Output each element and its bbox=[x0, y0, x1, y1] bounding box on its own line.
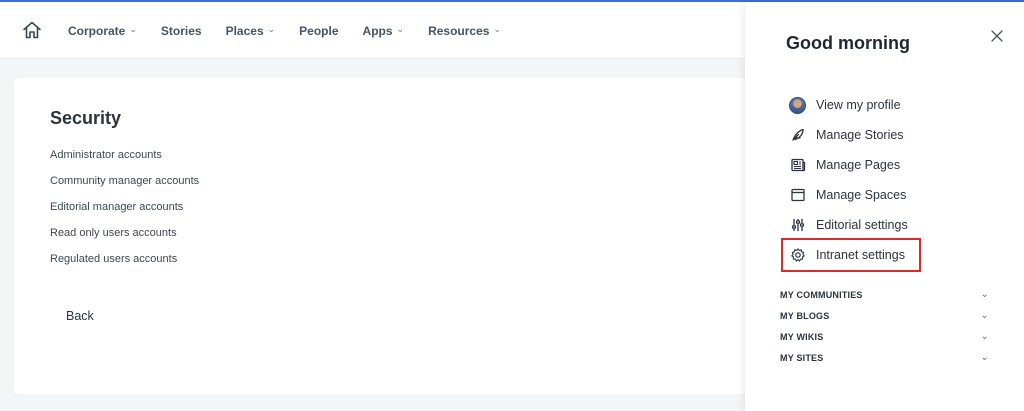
menu-item-intranet-settings[interactable]: Intranet settings bbox=[781, 238, 921, 272]
nav-item-people[interactable]: People bbox=[299, 24, 338, 38]
nav-item-label: Places bbox=[225, 23, 264, 38]
section-my-communities[interactable]: MY COMMUNITIES ⌄ bbox=[780, 284, 989, 305]
close-icon[interactable] bbox=[990, 29, 1004, 43]
menu-item-label: View my profile bbox=[816, 98, 901, 112]
nav-item-corporate[interactable]: Corporate ⌄ bbox=[68, 24, 137, 38]
sliders-icon bbox=[789, 217, 806, 234]
nav-item-resources[interactable]: Resources ⌄ bbox=[428, 24, 501, 38]
link-community-manager-accounts[interactable]: Community manager accounts bbox=[50, 174, 199, 200]
chevron-down-icon: ⌄ bbox=[493, 24, 501, 34]
avatar-icon-wrap bbox=[789, 96, 806, 114]
link-read-only-users-accounts[interactable]: Read only users accounts bbox=[50, 226, 199, 252]
chevron-down-icon: ⌄ bbox=[267, 24, 276, 34]
panel-menu: View my profile Manage Stories Manage Pa… bbox=[781, 90, 921, 272]
panel-sections: MY COMMUNITIES ⌄ MY BLOGS ⌄ MY WIKIS ⌄ MY S… bbox=[780, 284, 989, 368]
chevron-down-icon: ⌄ bbox=[980, 289, 989, 300]
link-administrator-accounts[interactable]: Administrator accounts bbox=[50, 148, 199, 174]
section-my-sites[interactable]: MY SITES ⌄ bbox=[780, 347, 989, 368]
nav-item-stories[interactable]: Stories bbox=[161, 24, 202, 38]
gear-icon bbox=[789, 247, 806, 264]
menu-item-label: Manage Stories bbox=[816, 128, 904, 142]
section-label: MY BLOGS bbox=[780, 310, 830, 321]
chevron-down-icon: ⌄ bbox=[980, 310, 989, 321]
home-icon[interactable] bbox=[22, 20, 42, 40]
nav-item-apps[interactable]: Apps ⌄ bbox=[363, 24, 405, 38]
page-title: Security bbox=[50, 108, 122, 128]
newspaper-icon bbox=[789, 157, 806, 174]
section-label: MY COMMUNITIES bbox=[780, 289, 863, 300]
link-editorial-manager-accounts[interactable]: Editorial manager accounts bbox=[50, 200, 199, 226]
security-card: Security Administrator accounts Communit… bbox=[14, 78, 745, 394]
main-nav: Corporate ⌄ Stories Places ⌄ People Apps ⌄ … bbox=[68, 2, 501, 59]
chevron-down-icon: ⌄ bbox=[396, 24, 405, 34]
top-navigation-bar: Corporate ⌄ Stories Places ⌄ People Apps ⌄ … bbox=[0, 2, 745, 59]
avatar-icon bbox=[789, 96, 806, 114]
greeting-title: Good morning bbox=[786, 33, 910, 53]
section-label: MY WIKIS bbox=[780, 331, 824, 342]
menu-item-label: Intranet settings bbox=[816, 248, 905, 262]
menu-item-view-profile[interactable]: View my profile bbox=[789, 90, 919, 120]
security-links-list: Administrator accounts Community manager… bbox=[50, 148, 199, 278]
user-side-panel: Good morning View my profile Manage Stor… bbox=[745, 2, 1024, 411]
menu-item-editorial-settings[interactable]: Editorial settings bbox=[789, 210, 919, 240]
section-my-blogs[interactable]: MY BLOGS ⌄ bbox=[780, 305, 989, 326]
chevron-down-icon: ⌄ bbox=[980, 352, 989, 363]
menu-item-manage-spaces[interactable]: Manage Spaces bbox=[789, 180, 919, 210]
chevron-down-icon: ⌄ bbox=[980, 331, 989, 342]
link-regulated-users-accounts[interactable]: Regulated users accounts bbox=[50, 252, 199, 278]
nav-item-label: Corporate bbox=[68, 23, 126, 38]
menu-item-label: Manage Spaces bbox=[816, 188, 907, 202]
menu-item-label: Manage Pages bbox=[816, 158, 901, 172]
feather-icon bbox=[789, 127, 806, 144]
window-icon bbox=[789, 187, 806, 204]
menu-item-manage-stories[interactable]: Manage Stories bbox=[789, 120, 919, 150]
section-my-wikis[interactable]: MY WIKIS ⌄ bbox=[780, 326, 989, 347]
nav-item-label: Resources bbox=[428, 23, 490, 38]
section-label: MY SITES bbox=[780, 352, 824, 363]
back-button[interactable]: Back bbox=[66, 309, 94, 323]
menu-item-label: Editorial settings bbox=[816, 218, 908, 232]
nav-item-places[interactable]: Places ⌄ bbox=[226, 24, 276, 38]
nav-item-label: People bbox=[299, 23, 339, 38]
nav-item-label: Stories bbox=[160, 23, 202, 38]
menu-item-manage-pages[interactable]: Manage Pages bbox=[789, 150, 919, 180]
nav-item-label: Apps bbox=[362, 23, 393, 38]
chevron-down-icon: ⌄ bbox=[129, 24, 137, 34]
